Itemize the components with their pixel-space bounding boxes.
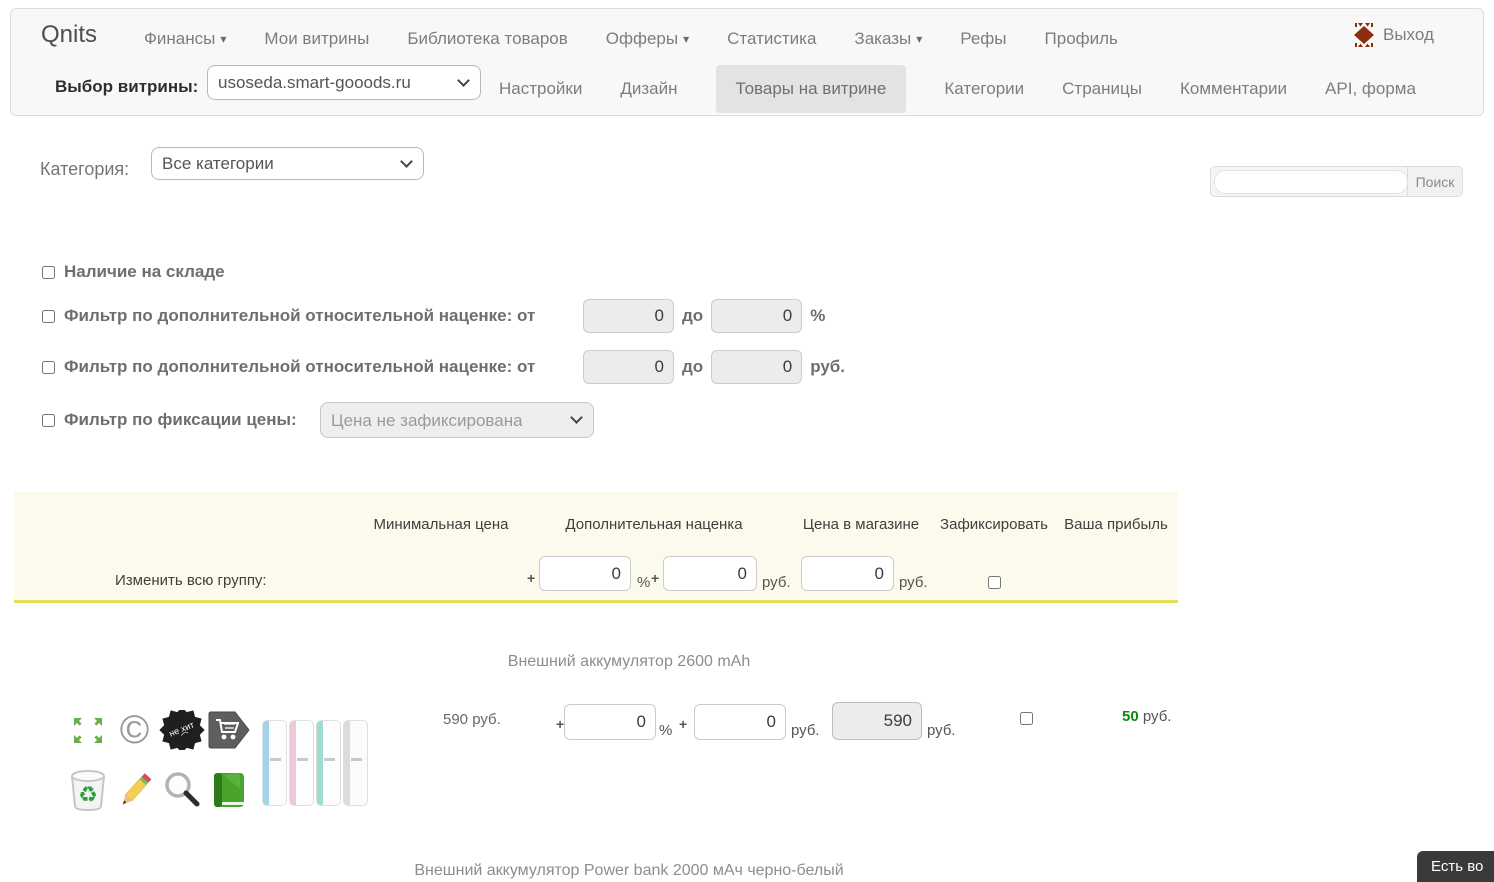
logout-button[interactable]: Выход — [1351, 23, 1434, 47]
product-image[interactable] — [256, 698, 376, 820]
product-store-price-suffix: руб. — [927, 722, 956, 739]
relative-markup-suffix: % — [810, 306, 825, 326]
tab-design[interactable]: Дизайн — [620, 65, 677, 113]
group-fix-checkbox[interactable] — [988, 576, 1001, 589]
page-root: Qnits Финансы▾ Мои витрины Библиотека то… — [0, 0, 1494, 882]
product-min-price: 590 руб. — [443, 711, 501, 728]
tab-settings[interactable]: Настройки — [499, 65, 582, 113]
price-fixation-select[interactable]: Цена не зафиксирована — [321, 403, 593, 437]
tab-products-on-storefront[interactable]: Товары на витрине — [716, 65, 907, 113]
catalog-book-icon[interactable] — [205, 760, 252, 820]
have-question-button[interactable]: Есть во — [1417, 851, 1494, 882]
price-fixation-checkbox[interactable] — [42, 414, 55, 427]
product-percent-suffix: % — [659, 722, 672, 739]
absolute-markup-to-label: до — [682, 357, 703, 377]
stock-filter-row: Наличие на складе — [42, 262, 225, 282]
stock-filter-checkbox[interactable] — [42, 266, 55, 279]
tab-pages[interactable]: Страницы — [1062, 65, 1142, 113]
category-select-wrap: Все категории — [151, 147, 424, 180]
storefront-tabs: Настройки Дизайн Товары на витрине Катег… — [499, 65, 1416, 113]
storefront-select-wrap: usoseda.smart-gooods.ru — [207, 65, 481, 100]
absolute-markup-to-input[interactable] — [711, 350, 802, 384]
tab-categories[interactable]: Категории — [944, 65, 1024, 113]
relative-markup-checkbox[interactable] — [42, 310, 55, 323]
column-header-store-price: Цена в магазине — [803, 516, 919, 533]
column-header-min-price: Минимальная цена — [373, 516, 508, 533]
absolute-markup-label: Фильтр по дополнительной относительной н… — [64, 357, 583, 377]
plus-sign: + — [679, 716, 687, 732]
group-price-input[interactable] — [801, 556, 894, 591]
not-hit-badge-icon[interactable]: не хит ⌒ — [158, 700, 205, 760]
nav-product-library[interactable]: Библиотека товаров — [407, 29, 567, 49]
price-fixation-filter-row: Фильтр по фиксации цены: Цена не зафикси… — [42, 402, 594, 438]
stock-filter-label: Наличие на складе — [64, 262, 225, 282]
plus-sign: + — [556, 716, 564, 732]
caret-down-icon: ▾ — [683, 32, 689, 46]
caret-down-icon: ▾ — [916, 32, 922, 46]
search-box: Поиск — [1210, 166, 1463, 197]
column-header-extra-markup: Дополнительная наценка — [565, 516, 742, 533]
tab-api-form[interactable]: API, форма — [1325, 65, 1416, 113]
group-percent-suffix: % — [637, 574, 650, 591]
svg-text:♻: ♻ — [78, 782, 98, 807]
absolute-markup-from-input[interactable] — [583, 350, 674, 384]
nav-orders[interactable]: Заказы▾ — [854, 29, 922, 49]
preview-magnifier-icon[interactable] — [158, 760, 205, 820]
search-input[interactable] — [1214, 170, 1408, 194]
expand-arrows-icon[interactable] — [64, 700, 111, 760]
relative-markup-to-input[interactable] — [711, 299, 802, 333]
column-header-fix: Зафиксировать — [940, 516, 1048, 533]
edit-pencil-icon[interactable] — [111, 760, 158, 820]
product-percent-input[interactable] — [564, 704, 656, 740]
group-rub-input[interactable] — [663, 556, 757, 591]
product-profit: 50 руб. — [1122, 708, 1171, 725]
category-select[interactable]: Все категории — [152, 148, 423, 179]
storefront-select[interactable]: usoseda.smart-gooods.ru — [208, 66, 480, 99]
nav-referrals[interactable]: Рефы — [960, 29, 1006, 49]
absolute-markup-filter-row: Фильтр по дополнительной относительной н… — [42, 349, 845, 385]
cart-icon[interactable] — [205, 700, 252, 760]
product-title: Внешний аккумулятор 2600 mAh — [508, 653, 750, 671]
nav-my-storefronts[interactable]: Мои витрины — [264, 29, 369, 49]
absolute-markup-checkbox[interactable] — [42, 361, 55, 374]
product-rub-input[interactable] — [694, 704, 786, 740]
delete-recycle-icon[interactable]: ♻ — [64, 760, 111, 820]
caret-down-icon: ▾ — [220, 32, 226, 46]
plus-sign: + — [651, 570, 659, 586]
tab-comments[interactable]: Комментарии — [1180, 65, 1287, 113]
relative-markup-to-label: до — [682, 306, 703, 326]
absolute-markup-suffix: руб. — [810, 357, 845, 377]
product-actions: © не хит ⌒ — [64, 700, 252, 820]
relative-markup-label: Фильтр по дополнительной относительной н… — [64, 306, 583, 326]
top-bar: Qnits Финансы▾ Мои витрины Библиотека то… — [10, 8, 1484, 116]
group-price-suffix: руб. — [899, 574, 928, 591]
product-title: Внешний аккумулятор Power bank 2000 мАч … — [414, 862, 843, 880]
nav-offers[interactable]: Офферы▾ — [606, 29, 689, 49]
column-header-profit: Ваша прибыль — [1064, 516, 1168, 533]
copyright-icon[interactable]: © — [111, 700, 158, 760]
plus-sign: + — [527, 570, 535, 586]
logo[interactable]: Qnits — [41, 21, 97, 49]
group-edit-label: Изменить всю группу: — [115, 572, 267, 589]
storefront-select-label: Выбор витрины: — [55, 77, 198, 97]
group-percent-input[interactable] — [539, 556, 631, 591]
nav-finances[interactable]: Финансы▾ — [144, 29, 226, 49]
category-select-label: Категория: — [40, 159, 129, 180]
nav-profile[interactable]: Профиль — [1045, 29, 1118, 49]
product-rub-suffix: руб. — [791, 722, 820, 739]
relative-markup-from-input[interactable] — [583, 299, 674, 333]
price-fixation-select-wrap: Цена не зафиксирована — [320, 402, 594, 438]
product-store-price-input[interactable] — [832, 702, 922, 740]
search-button[interactable]: Поиск — [1407, 167, 1462, 196]
main-nav: Финансы▾ Мои витрины Библиотека товаров … — [144, 25, 1118, 53]
price-fixation-label: Фильтр по фиксации цены: — [64, 410, 320, 430]
group-rub-suffix: руб. — [762, 574, 791, 591]
nav-statistics[interactable]: Статистика — [727, 29, 816, 49]
relative-markup-filter-row: Фильтр по дополнительной относительной н… — [42, 298, 825, 334]
product-fix-checkbox[interactable] — [1020, 712, 1033, 725]
exit-icon — [1351, 23, 1377, 47]
